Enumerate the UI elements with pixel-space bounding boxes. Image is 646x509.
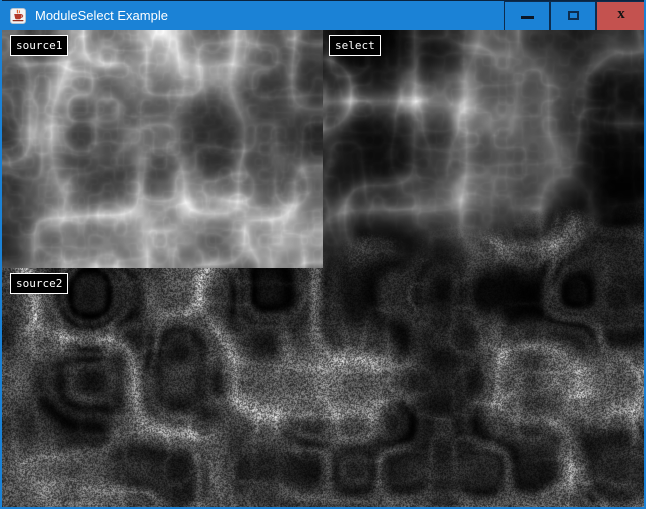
window-title: ModuleSelect Example [35, 8, 504, 23]
close-button[interactable]: x [596, 1, 646, 31]
minimize-icon [521, 16, 534, 19]
minimize-button[interactable] [504, 1, 550, 31]
render-area: source1 select source2 [2, 30, 644, 507]
label-source1: source1 [10, 35, 68, 56]
close-icon: x [617, 7, 625, 22]
source2-noise-render [2, 268, 323, 507]
window-controls: x [504, 1, 646, 31]
java-coffee-cup-icon[interactable] [10, 8, 26, 24]
source1-noise-render [2, 30, 323, 268]
label-source2: source2 [10, 273, 68, 294]
titlebar[interactable]: ModuleSelect Example x [0, 0, 646, 30]
app-window: ModuleSelect Example x source1 select so… [0, 0, 646, 509]
label-select: select [329, 35, 381, 56]
maximize-icon [568, 11, 579, 20]
maximize-button[interactable] [550, 1, 596, 31]
